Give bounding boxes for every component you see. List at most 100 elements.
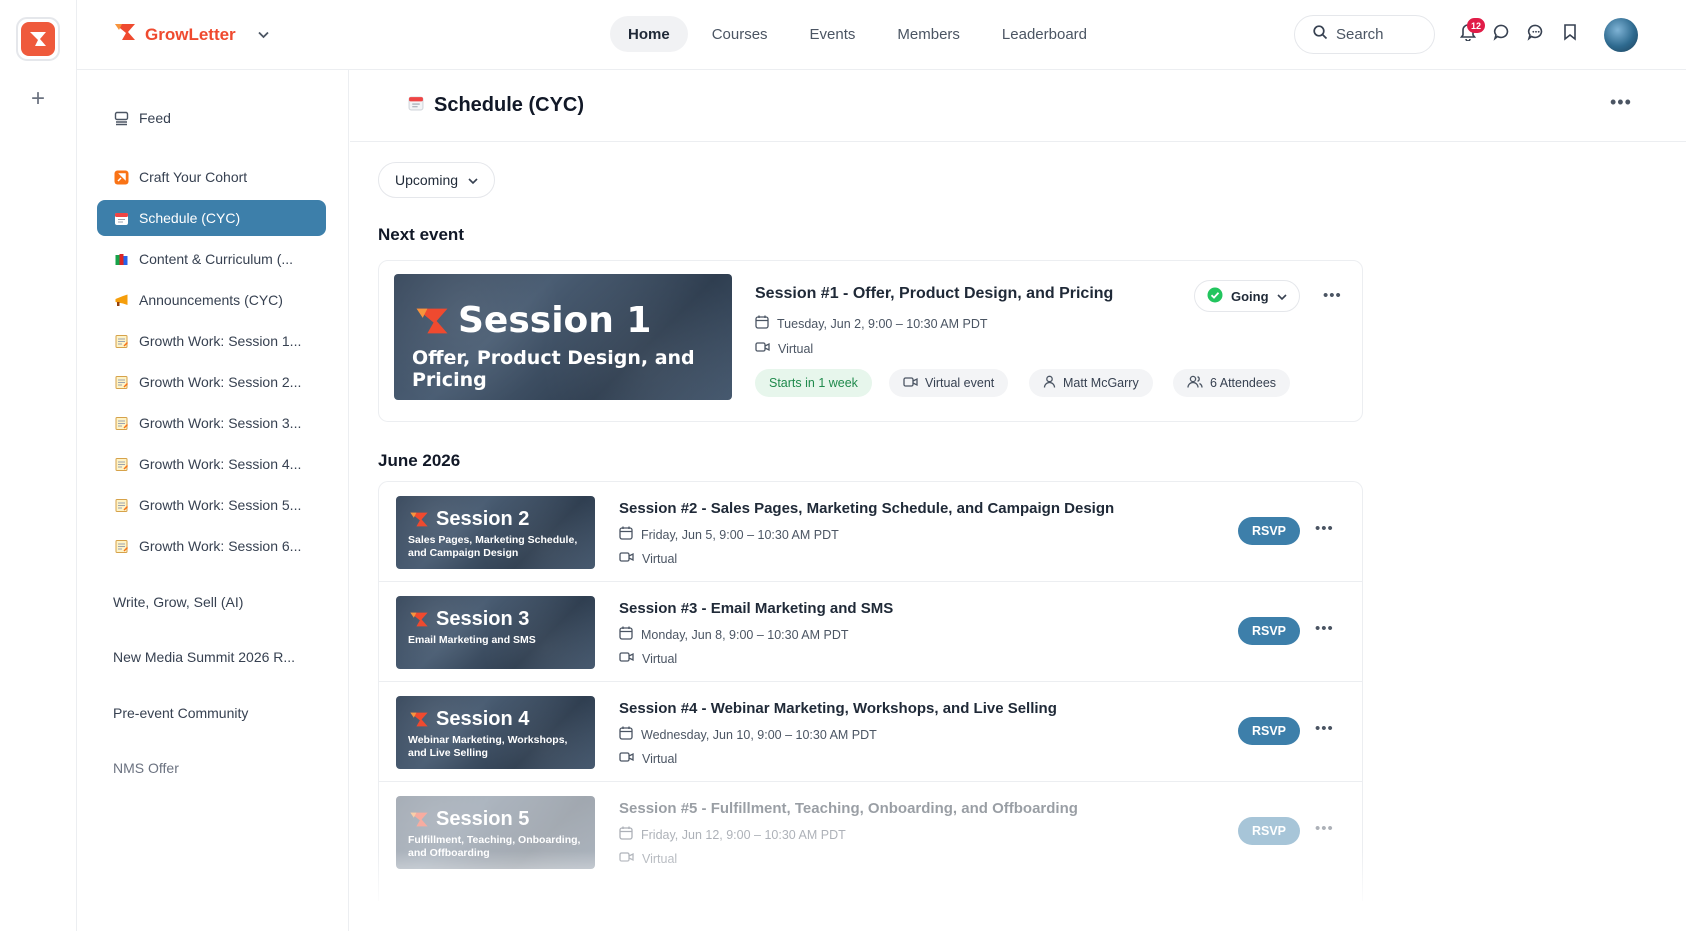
- event-date: Friday, Jun 12, 9:00 – 10:30 AM PDT: [619, 826, 846, 843]
- logo-icon: [410, 812, 428, 827]
- memo-icon: [113, 374, 129, 390]
- video-icon: [619, 851, 634, 866]
- event-more-button[interactable]: •••: [1315, 620, 1334, 637]
- events-list: Session 2 Sales Pages, Marketing Schedul…: [378, 481, 1363, 901]
- sidebar-item-label: Growth Work: Session 5...: [139, 497, 302, 513]
- workspace-logo[interactable]: [16, 17, 60, 61]
- event-more-button[interactable]: •••: [1315, 820, 1334, 837]
- search-icon: [1313, 25, 1328, 44]
- rsvp-button[interactable]: RSVP: [1238, 517, 1300, 545]
- messages-button[interactable]: [1525, 23, 1547, 45]
- sidebar-item-label: Schedule (CYC): [139, 210, 241, 226]
- event-thumbnail: Session 1 Offer, Product Design, and Pri…: [394, 274, 732, 400]
- chevron-down-icon: [468, 172, 478, 188]
- thumbnail-subtitle: Fulfillment, Teaching, Onboarding, and O…: [408, 834, 581, 859]
- sidebar-item-label: Growth Work: Session 3...: [139, 415, 302, 431]
- sidebar-item-label: Growth Work: Session 4...: [139, 456, 302, 472]
- host-pill[interactable]: Matt McGarry: [1029, 369, 1153, 397]
- calendar-icon: [408, 94, 424, 117]
- nav-home[interactable]: Home: [610, 16, 688, 52]
- event-row[interactable]: Session 3 Email Marketing and SMS Sessio…: [379, 582, 1362, 682]
- event-more-button[interactable]: •••: [1323, 287, 1342, 304]
- event-more-button[interactable]: •••: [1315, 520, 1334, 537]
- memo-icon: [113, 497, 129, 513]
- sidebar-item-label: Feed: [139, 110, 171, 126]
- sidebar-item-announcements[interactable]: Announcements (CYC): [97, 282, 326, 318]
- thumbnail-subtitle: Sales Pages, Marketing Schedule, and Cam…: [408, 534, 578, 559]
- rsvp-button[interactable]: RSVP: [1238, 817, 1300, 845]
- rsvp-button[interactable]: RSVP: [1238, 717, 1300, 745]
- memo-icon: [113, 333, 129, 349]
- event-row[interactable]: Session 2 Sales Pages, Marketing Schedul…: [379, 482, 1362, 582]
- thumbnail-title: Session 5: [408, 808, 583, 831]
- notification-badge: 12: [1467, 18, 1486, 33]
- sidebar-item-schedule[interactable]: Schedule (CYC): [97, 200, 326, 236]
- event-title[interactable]: Session #5 - Fulfillment, Teaching, Onbo…: [619, 800, 1078, 817]
- next-event-card[interactable]: Session 1 Offer, Product Design, and Pri…: [378, 260, 1363, 422]
- month-heading: June 2026: [378, 451, 461, 470]
- notifications-button[interactable]: 12: [1457, 18, 1486, 45]
- user-avatar[interactable]: [1604, 18, 1638, 52]
- sidebar-item-growth-work-2[interactable]: Growth Work: Session 2...: [97, 364, 326, 400]
- calendar-icon: [619, 626, 633, 643]
- logo-icon: [410, 512, 428, 527]
- thumbnail-subtitle: Webinar Marketing, Workshops, and Live S…: [408, 734, 568, 759]
- sidebar-item-growth-work-6[interactable]: Growth Work: Session 6...: [97, 528, 326, 564]
- page-more-button[interactable]: •••: [1610, 92, 1632, 113]
- event-title[interactable]: Session #3 - Email Marketing and SMS: [619, 600, 893, 617]
- nav-members[interactable]: Members: [879, 16, 978, 52]
- event-filter-value: Upcoming: [395, 172, 459, 188]
- add-workspace-button[interactable]: +: [22, 83, 54, 115]
- event-title[interactable]: Session #4 - Webinar Marketing, Workshop…: [619, 700, 1057, 717]
- megaphone-icon: [113, 292, 129, 308]
- logo-icon: [410, 612, 428, 627]
- event-date: Monday, Jun 8, 9:00 – 10:30 AM PDT: [619, 626, 849, 643]
- thumbnail-title: Session 1: [412, 300, 714, 341]
- sidebar-group-write-grow-sell[interactable]: Write, Grow, Sell (AI): [113, 594, 243, 610]
- event-row[interactable]: Session 5 Fulfillment, Teaching, Onboard…: [379, 782, 1362, 882]
- rsvp-button[interactable]: RSVP: [1238, 617, 1300, 645]
- thumbnail-subtitle: Email Marketing and SMS: [408, 634, 536, 646]
- feed-icon: [113, 110, 129, 126]
- nav-leaderboard[interactable]: Leaderboard: [984, 16, 1105, 52]
- thumbnail-title: Session 4: [408, 708, 583, 731]
- calendar-icon: [619, 526, 633, 543]
- sidebar-item-growth-work-5[interactable]: Growth Work: Session 5...: [97, 487, 326, 523]
- event-date: Wednesday, Jun 10, 9:00 – 10:30 AM PDT: [619, 726, 877, 743]
- nav-courses[interactable]: Courses: [694, 16, 786, 52]
- calendar-icon: [619, 726, 633, 743]
- sidebar-item-growth-work-3[interactable]: Growth Work: Session 3...: [97, 405, 326, 441]
- sidebar-group-pre-event-community[interactable]: Pre-event Community: [113, 705, 248, 721]
- next-event-heading: Next event: [378, 225, 464, 244]
- page-header: Schedule (CYC) •••: [350, 70, 1686, 142]
- chat-button[interactable]: [1491, 23, 1513, 45]
- rsvp-status-dropdown[interactable]: Going: [1194, 280, 1300, 312]
- sidebar-item-growth-work-1[interactable]: Growth Work: Session 1...: [97, 323, 326, 359]
- sidebar-group-nms-offer[interactable]: NMS Offer: [113, 760, 179, 776]
- event-date: Tuesday, Jun 2, 9:00 – 10:30 AM PDT: [755, 315, 988, 332]
- brand-name: GrowLetter: [145, 24, 236, 44]
- attendees-pill[interactable]: 6 Attendees: [1173, 369, 1291, 397]
- sidebar-item-craft-your-cohort[interactable]: Craft Your Cohort: [97, 159, 326, 195]
- brand-switcher[interactable]: GrowLetter: [113, 21, 269, 48]
- video-icon: [755, 341, 770, 356]
- sidebar-item-label: Growth Work: Session 2...: [139, 374, 302, 390]
- event-title[interactable]: Session #1 - Offer, Product Design, and …: [755, 285, 1113, 303]
- page-title: Schedule (CYC): [408, 94, 584, 117]
- chevron-down-icon: [258, 27, 269, 42]
- event-more-button[interactable]: •••: [1315, 720, 1334, 737]
- thumbnail-title: Session 3: [408, 608, 583, 631]
- books-icon: [113, 251, 129, 267]
- sidebar-item-growth-work-4[interactable]: Growth Work: Session 4...: [97, 446, 326, 482]
- thumbnail-subtitle: Offer, Product Design, and Pricing: [412, 347, 695, 391]
- event-filter-dropdown[interactable]: Upcoming: [378, 162, 496, 198]
- event-location: Virtual: [619, 651, 677, 666]
- sidebar-item-feed[interactable]: Feed: [97, 100, 326, 136]
- nav-events[interactable]: Events: [792, 16, 874, 52]
- sidebar-group-new-media-summit[interactable]: New Media Summit 2026 R...: [113, 649, 295, 665]
- event-title[interactable]: Session #2 - Sales Pages, Marketing Sche…: [619, 500, 1114, 517]
- search-button[interactable]: Search: [1294, 15, 1435, 54]
- sidebar-item-content-curriculum[interactable]: Content & Curriculum (...: [97, 241, 326, 277]
- event-row[interactable]: Session 4 Webinar Marketing, Workshops, …: [379, 682, 1362, 782]
- bookmarks-button[interactable]: [1559, 23, 1581, 45]
